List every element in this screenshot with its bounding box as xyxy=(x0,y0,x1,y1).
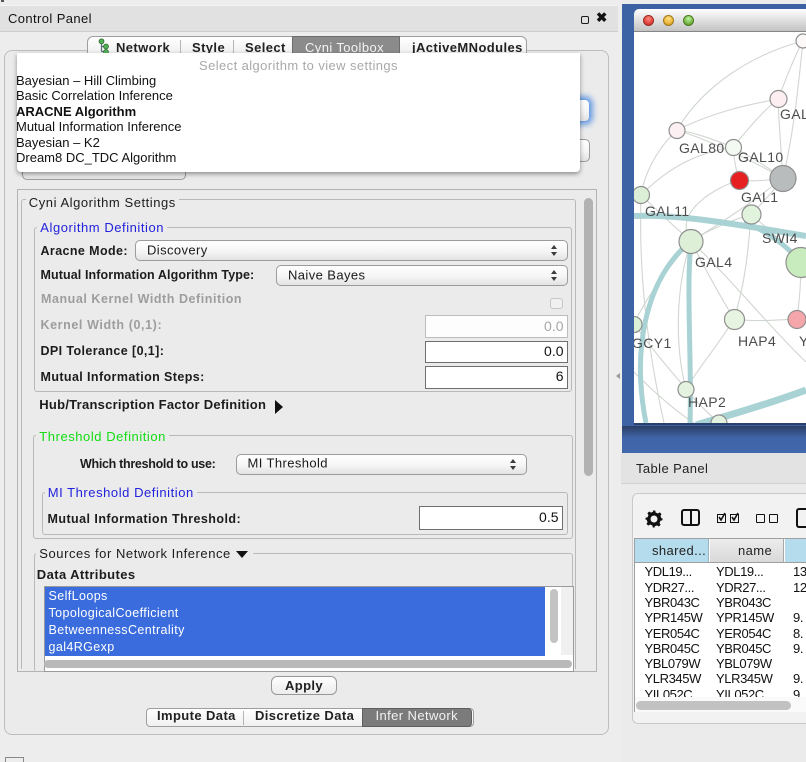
svg-text:HAP2: HAP2 xyxy=(688,394,726,410)
svg-text:HAP4: HAP4 xyxy=(738,333,776,349)
svg-text:GAL: GAL xyxy=(780,106,806,122)
svg-text:GAL80: GAL80 xyxy=(679,140,725,156)
svg-text:GAL1: GAL1 xyxy=(741,189,778,205)
svg-text:GAL10: GAL10 xyxy=(738,149,784,165)
svg-text:GAL11: GAL11 xyxy=(645,203,690,219)
svg-text:SWI4: SWI4 xyxy=(762,230,798,246)
svg-text:GCY1: GCY1 xyxy=(634,335,672,351)
svg-text:GAL4: GAL4 xyxy=(695,254,732,270)
svg-text:Y: Y xyxy=(799,333,806,349)
